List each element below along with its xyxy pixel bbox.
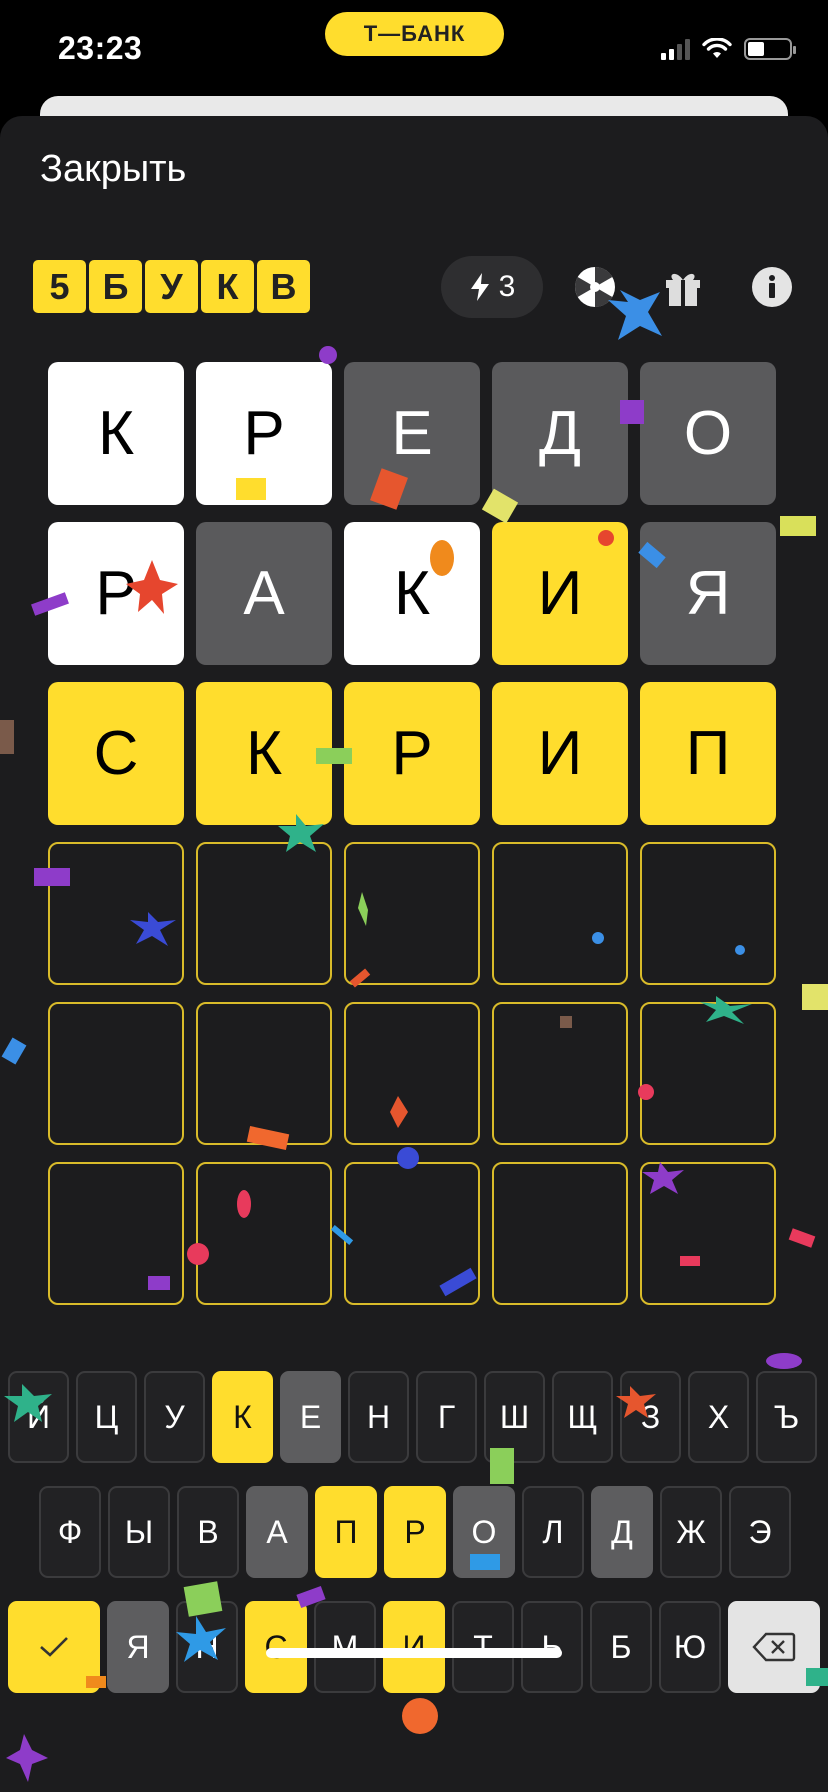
key[interactable]: Ь [521, 1601, 583, 1693]
info-icon[interactable] [748, 263, 796, 311]
empty-cell [48, 1162, 184, 1305]
key[interactable]: Ъ [756, 1371, 817, 1463]
key[interactable]: Ф [39, 1486, 101, 1578]
key[interactable]: Ц [76, 1371, 137, 1463]
checkmark-icon [40, 1637, 68, 1657]
key[interactable]: И [383, 1601, 445, 1693]
key[interactable]: З [620, 1371, 681, 1463]
letter-cell: К [344, 522, 480, 665]
letter-cell: И [492, 522, 628, 665]
letter-cell: Р [344, 682, 480, 825]
key[interactable]: Е [280, 1371, 341, 1463]
key[interactable]: Ш [484, 1371, 545, 1463]
letter-cell: Р [196, 362, 332, 505]
key[interactable]: Л [522, 1486, 584, 1578]
key[interactable]: В [177, 1486, 239, 1578]
key[interactable]: Т [452, 1601, 514, 1693]
letter-cell: О [640, 362, 776, 505]
submit-button[interactable] [8, 1601, 100, 1693]
key[interactable]: К [212, 1371, 273, 1463]
letter-grid: КРЕДОРАКИЯСКРИП [48, 362, 776, 1305]
logo-tile: Б [89, 260, 142, 313]
key[interactable]: Ы [108, 1486, 170, 1578]
key[interactable]: О [453, 1486, 515, 1578]
letter-cell: К [196, 682, 332, 825]
key[interactable]: Ж [660, 1486, 722, 1578]
key[interactable]: Н [176, 1601, 238, 1693]
logo-tile: К [201, 260, 254, 313]
empty-cell [492, 1162, 628, 1305]
status-bar: 23:23 Т—БАНК [0, 0, 828, 100]
home-indicator [266, 1648, 562, 1658]
empty-cell [640, 1162, 776, 1305]
battery-icon [744, 38, 796, 60]
key[interactable]: Д [591, 1486, 653, 1578]
gift-icon[interactable] [659, 263, 707, 311]
wifi-icon [702, 38, 732, 58]
letter-cell: С [48, 682, 184, 825]
key[interactable]: Г [416, 1371, 477, 1463]
letter-cell: Р [48, 522, 184, 665]
status-icons [661, 38, 796, 60]
empty-cell [640, 842, 776, 985]
energy-badge[interactable]: 3 [441, 256, 543, 318]
key[interactable]: Й [8, 1371, 69, 1463]
empty-cell [196, 1162, 332, 1305]
delete-button[interactable] [728, 1601, 820, 1693]
backspace-icon [752, 1632, 796, 1662]
game-logo: 5БУКВ [33, 260, 310, 313]
empty-cell [344, 1162, 480, 1305]
keyboard-row-1: ЙЦУКЕНГШЩЗХЪ [8, 1371, 817, 1463]
empty-cell [344, 842, 480, 985]
key[interactable]: Х [688, 1371, 749, 1463]
key[interactable]: Н [348, 1371, 409, 1463]
empty-cell [492, 1002, 628, 1145]
empty-cell [640, 1002, 776, 1145]
logo-tile: У [145, 260, 198, 313]
key[interactable]: У [144, 1371, 205, 1463]
key[interactable]: Ю [659, 1601, 721, 1693]
letter-cell: П [640, 682, 776, 825]
keyboard-row-3: ЯНСМИТЬБЮ [8, 1601, 820, 1693]
key[interactable]: П [315, 1486, 377, 1578]
letter-cell: Е [344, 362, 480, 505]
logo-tile: 5 [33, 260, 86, 313]
energy-count: 3 [498, 270, 516, 303]
letter-cell: И [492, 682, 628, 825]
lightning-icon [470, 273, 489, 301]
letter-cell: К [48, 362, 184, 505]
key[interactable]: Щ [552, 1371, 613, 1463]
empty-cell [196, 1002, 332, 1145]
key[interactable]: М [314, 1601, 376, 1693]
key[interactable]: С [245, 1601, 307, 1693]
logo-tile: В [257, 260, 310, 313]
letter-cell: Д [492, 362, 628, 505]
bank-pill[interactable]: Т—БАНК [325, 12, 504, 56]
empty-cell [196, 842, 332, 985]
empty-cell [48, 1002, 184, 1145]
key[interactable]: Р [384, 1486, 446, 1578]
close-button[interactable]: Закрыть [40, 148, 186, 191]
keyboard-row-2: ФЫВАПРОЛДЖЭ [39, 1486, 791, 1578]
letter-cell: Я [640, 522, 776, 665]
empty-cell [48, 842, 184, 985]
empty-cell [344, 1002, 480, 1145]
key[interactable]: А [246, 1486, 308, 1578]
status-time: 23:23 [58, 30, 143, 66]
key[interactable]: Э [729, 1486, 791, 1578]
empty-cell [492, 842, 628, 985]
fortune-wheel-icon[interactable] [571, 263, 619, 311]
letter-cell: А [196, 522, 332, 665]
key[interactable]: Б [590, 1601, 652, 1693]
key[interactable]: Я [107, 1601, 169, 1693]
signal-icon [661, 38, 690, 60]
